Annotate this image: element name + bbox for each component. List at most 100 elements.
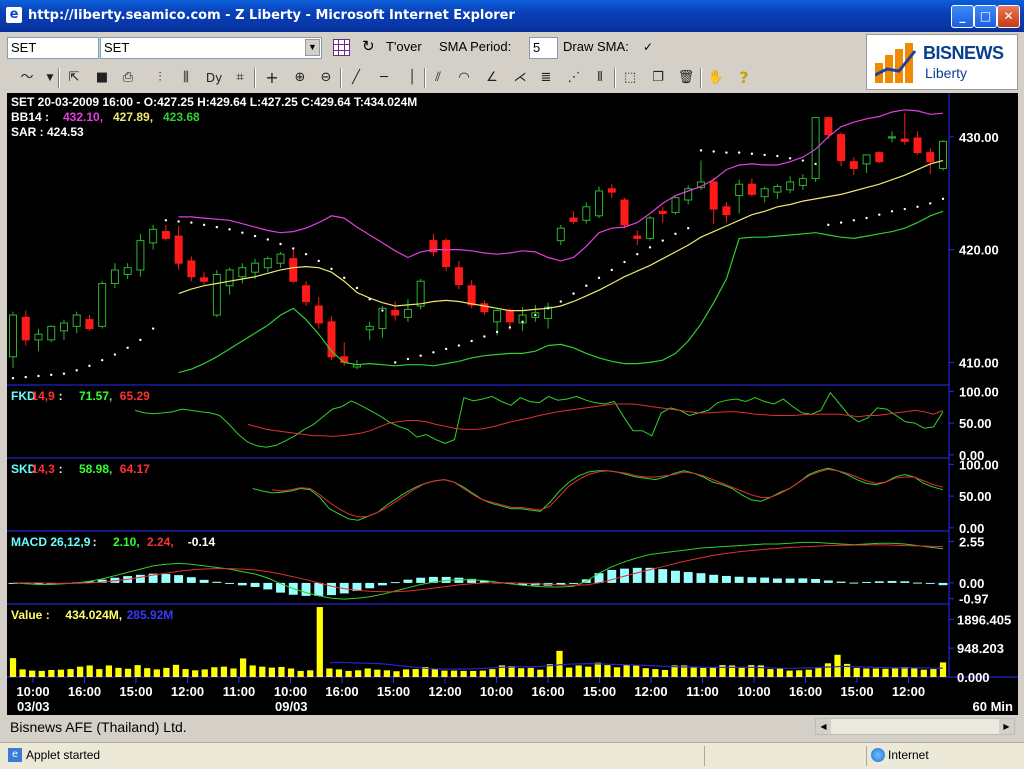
volume-bar (815, 667, 822, 677)
volume-bar (374, 669, 381, 677)
x-date-label: 09/03 (275, 699, 308, 714)
sar-dot (483, 335, 486, 338)
sma-period-input[interactable]: 5 (529, 37, 558, 59)
macd-hist-bar (683, 572, 693, 583)
chart-area[interactable]: 430.00 420.00 410.00 SET 20-03-2009 16:00 -… (7, 93, 1018, 715)
candle-body (72, 314, 81, 327)
volume-bar (297, 670, 304, 677)
candle-body (403, 308, 412, 318)
sar-dot (151, 327, 155, 330)
indicator-ytick: 100.00 (959, 384, 999, 399)
scroll-right-icon[interactable]: ▶ (999, 719, 1014, 734)
sar-dot (776, 154, 779, 158)
speed-line-icon[interactable]: ⋌ (510, 68, 530, 88)
x-tick-label: 11:00 (686, 684, 719, 699)
zoom-in-icon[interactable]: ⊕ (290, 68, 310, 88)
macd-hist-bar (161, 573, 171, 583)
print-icon[interactable]: ⎙ (118, 68, 138, 88)
close-button[interactable]: ✕ (997, 5, 1020, 28)
x-tick-label: 10:00 (480, 684, 513, 699)
indicator-legend-part: : (93, 535, 97, 549)
hline-icon[interactable]: ─ (374, 68, 394, 88)
tover-label[interactable]: T'over (386, 37, 422, 57)
volume-bar (939, 662, 947, 677)
chevron-down-icon[interactable]: ▼ (305, 39, 320, 56)
arc-icon[interactable]: ◠ (454, 68, 474, 88)
sar-dot (317, 259, 320, 263)
candle-body (289, 258, 298, 282)
stock-chart[interactable]: 430.00 420.00 410.00 SET 20-03-2009 16:00 -… (7, 93, 1018, 715)
chevron-down-icon[interactable]: ▼ (40, 68, 60, 88)
indicator-legend-part: -0.14 (188, 535, 216, 549)
hand-icon[interactable]: ✋ (706, 68, 726, 88)
sar-dot (712, 150, 715, 153)
bb-legend-mid: 427.89, (113, 110, 153, 124)
candle-body (938, 140, 948, 169)
macd-hist-bar (785, 578, 795, 583)
macd-hist-bar (734, 576, 744, 583)
minimize-button[interactable]: _ (951, 5, 974, 28)
channel-icon[interactable]: ⫽ (428, 68, 448, 88)
candle-body (314, 305, 323, 324)
candle-body (212, 273, 221, 316)
scroll-left-icon[interactable]: ◀ (816, 719, 831, 734)
candle-icon[interactable]: ⫼ (176, 68, 196, 88)
export-icon[interactable]: ⇱ (64, 68, 84, 88)
sar-dot (139, 338, 142, 342)
delete-icon[interactable]: 🗑 (676, 68, 696, 88)
macd-hist-bar (225, 582, 235, 584)
maximize-button[interactable]: □ (974, 5, 997, 28)
macd-hist-bar (709, 574, 719, 583)
horizontal-scrollbar[interactable]: ◀ ▶ (815, 718, 1015, 735)
volume-bar (278, 666, 285, 677)
candle-body (862, 154, 871, 165)
fibonacci-icon[interactable]: ≣ (536, 68, 556, 88)
sar-dot (610, 268, 613, 272)
indicator-icon[interactable]: ⫶ (150, 68, 170, 88)
candle-body (302, 285, 311, 303)
candle-body (238, 267, 247, 278)
sar-dot (266, 238, 269, 241)
save-icon[interactable]: ■ (92, 68, 112, 88)
volume-bar (585, 666, 592, 677)
symbol-input[interactable]: SET (7, 37, 99, 59)
zoom-out-icon[interactable]: ⊖ (316, 68, 336, 88)
macd-hist-bar (276, 582, 285, 593)
sar-dot (470, 339, 473, 343)
volume-bar (86, 665, 93, 677)
cycle-icon[interactable]: ⫴ (590, 68, 610, 88)
volume-bar (29, 670, 36, 677)
help-icon[interactable]: ? (734, 68, 754, 88)
trendline-icon[interactable]: ╱ (346, 68, 366, 88)
refresh-icon[interactable]: ↻ (362, 37, 375, 57)
volume-bar (489, 669, 496, 677)
macd-hist-bar (887, 580, 897, 583)
draw-sma-checkbox[interactable]: ✓ (643, 37, 653, 57)
candle-body (888, 136, 897, 139)
sar-dot (521, 320, 524, 324)
sar-dot (585, 284, 588, 287)
macd-hist-bar (913, 582, 922, 584)
volume-bar (134, 665, 141, 677)
fan-icon[interactable]: ∠ (482, 68, 502, 88)
grid-icon[interactable] (333, 39, 350, 56)
crosshair-icon[interactable]: + (262, 68, 282, 88)
volume-bar (882, 668, 889, 677)
sar-dot (368, 298, 371, 301)
select-icon[interactable]: ⬚ (620, 68, 640, 88)
logo-bars-icon (875, 43, 917, 83)
volume-bar (230, 668, 237, 677)
vline-icon[interactable]: │ (402, 68, 422, 88)
macd-hist-bar (811, 579, 821, 583)
line-chart-icon[interactable]: 〜 (17, 68, 37, 88)
symbol-dropdown[interactable]: SET ▼ (100, 37, 322, 59)
candle-body (849, 161, 858, 169)
gann-icon[interactable]: ⋰ (564, 68, 584, 88)
bb-legend-name: BB14 : (11, 110, 49, 124)
copy-icon[interactable]: ❐ (648, 68, 668, 88)
volume-bar (824, 663, 832, 677)
volume-bar (738, 666, 745, 677)
resize-icon[interactable]: ⌗ (230, 68, 250, 88)
dy-icon[interactable]: Dy (204, 68, 224, 88)
macd-hist-bar (900, 581, 910, 583)
